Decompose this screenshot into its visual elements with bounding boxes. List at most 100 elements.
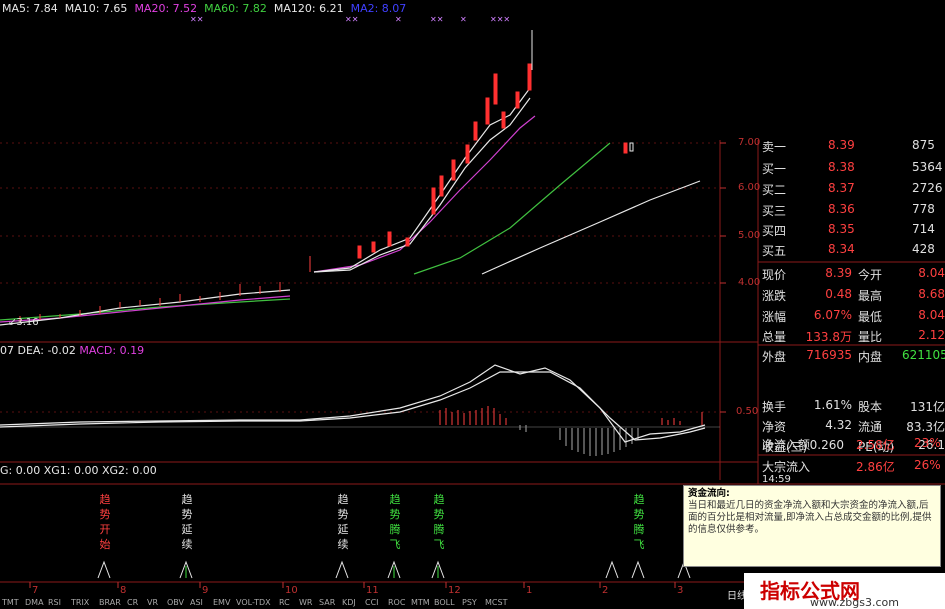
signal-char: 趋 [389,493,401,506]
indicator-tab[interactable]: WR [299,598,312,607]
quote-value: 1.61% [813,398,852,412]
macd-diff-label: 07 [0,344,14,357]
svg-text:✕✕: ✕✕ [345,15,358,24]
quote-value: 8.68 [918,287,945,301]
signal-char: 开 [99,523,111,536]
flow-value: 2.58亿 [856,438,895,452]
indicator-tab[interactable]: BRAR [99,598,121,607]
order-volume: 875 [912,138,935,152]
order-price: 8.35 [828,222,855,236]
order-price: 8.37 [828,181,855,195]
indicator-tab[interactable]: VOL-TDX [236,598,271,607]
quote-row: 总量 133.8万 量比 2.12 [762,328,945,346]
indicator-tab[interactable]: ASI [190,598,203,607]
signal-char: 势 [99,508,111,521]
indicator-tab[interactable]: ROC [388,598,405,607]
order-volume: 2726 [912,181,943,195]
order-price: 8.39 [828,138,855,152]
flow-value: 2.86亿 [856,460,895,474]
price-axis-label: 4.00 [738,277,761,288]
signal-char: 飞 [433,538,445,551]
quote-label: 涨幅 [762,310,787,324]
order-level-label: 买五 [762,244,787,258]
indicator-tab[interactable]: OBV [167,598,184,607]
quote-row: 净资 4.32 流通 83.3亿 [762,418,945,436]
quote-label: 净资 [762,420,787,434]
signal-char: 势 [337,508,349,521]
signal-char: 势 [433,508,445,521]
order-volume: 428 [912,242,935,256]
sig-5: 趋势腾飞 [432,492,446,552]
flow-label: 大宗流入 [762,460,811,474]
signal-char: 趋 [433,493,445,506]
signal-char: 续 [337,538,349,551]
quote-label: 内盘 [858,350,883,364]
quote-row: 涨幅 6.07% 最低 8.04 [762,308,945,326]
quote-value: 621105 [902,348,945,362]
signal-char: 始 [99,538,111,551]
indicator-tab[interactable]: TMT [2,598,19,607]
order-volume: 5364 [912,160,943,174]
xg2-label: XG2: 0.00 [101,464,157,477]
date-tick: 7 [32,585,39,596]
watermark-url: www.zbgs3.com [810,596,899,609]
signal-char: 势 [633,508,645,521]
macd-value-label: MACD: 0.19 [79,344,145,357]
tooltip-body: 当日和最近几日的资金净流入额和大宗资金的净流入额,后面的百分比是相对流量,即净流… [688,500,932,535]
indicator-tab[interactable]: BOLL [434,598,455,607]
quote-label: 最高 [858,289,883,303]
macd-legend: 07 DEA: -0.02 MACD: 0.19 [0,344,144,357]
order-level-label: 买四 [762,224,787,238]
flow-percent: 23% [914,436,941,450]
quote-value: 8.04 [918,266,945,280]
order-level-label: 买三 [762,204,787,218]
indicator-tab[interactable]: MCST [485,598,507,607]
quote-label: 外盘 [762,350,787,364]
indicator-tab[interactable]: EMV [213,598,230,607]
quote-value: 2.12 [918,328,945,342]
svg-text:✕: ✕ [460,15,467,24]
signal-char: 腾 [433,523,445,536]
signal-char: 势 [181,508,193,521]
macd-dea-label: DEA: -0.02 [17,344,76,357]
date-tick: 9 [202,585,209,596]
quote-label: 最低 [858,310,883,324]
indicator-tab[interactable]: TRIX [71,598,89,607]
order-level-label: 卖一 [762,140,787,154]
quote-row: 外盘 716935 内盘 621105 [762,348,945,366]
indicator-tab[interactable]: CCI [365,598,379,607]
sig-1: 趋势开始 [98,492,112,552]
price-axis-label: 5.00 [738,230,761,241]
indicator-tab[interactable]: SAR [319,598,335,607]
order-price: 8.34 [828,242,855,256]
quote-value: 8.04 [918,308,945,322]
indicator-tab[interactable]: RC [279,598,290,607]
money-flow-tooltip: 资金流向: 当日和最近几日的资金净流入额和大宗资金的净流入额,后面的百分比是相对… [683,485,941,567]
signal-char: 续 [181,538,193,551]
quote-label: 换手 [762,400,787,414]
flow-label: 净流入额 [762,438,811,452]
indicator-tab[interactable]: PSY [462,598,477,607]
signal-char: 趋 [181,493,193,506]
signal-char: 势 [389,508,401,521]
svg-text:✕✕: ✕✕ [190,15,203,24]
date-tick: 10 [285,585,298,596]
sig-4: 趋势腾飞 [388,492,402,552]
indicator-tab[interactable]: DMA [25,598,44,607]
svg-text:✕: ✕ [395,15,402,24]
quote-label: 今开 [858,268,883,282]
quote-row: 换手 1.61% 股本 131亿 [762,398,945,416]
quote-value: 6.07% [813,308,852,322]
date-tick: 3 [677,585,684,596]
indicator-tab[interactable]: KDJ [342,598,356,607]
price-axis-label: 7.00 [738,137,761,148]
svg-text:✕✕✕: ✕✕✕ [490,15,510,24]
indicator-tab[interactable]: CR [127,598,138,607]
sig-6: 趋势腾飞 [632,492,646,552]
tooltip-title: 资金流向: [688,488,730,499]
indicator-tab[interactable]: MTM [411,598,430,607]
indicator-tab[interactable]: VR [147,598,158,607]
signal-char: 延 [337,523,349,536]
indicator-tab[interactable]: RSI [48,598,61,607]
signal-char: 飞 [389,538,401,551]
